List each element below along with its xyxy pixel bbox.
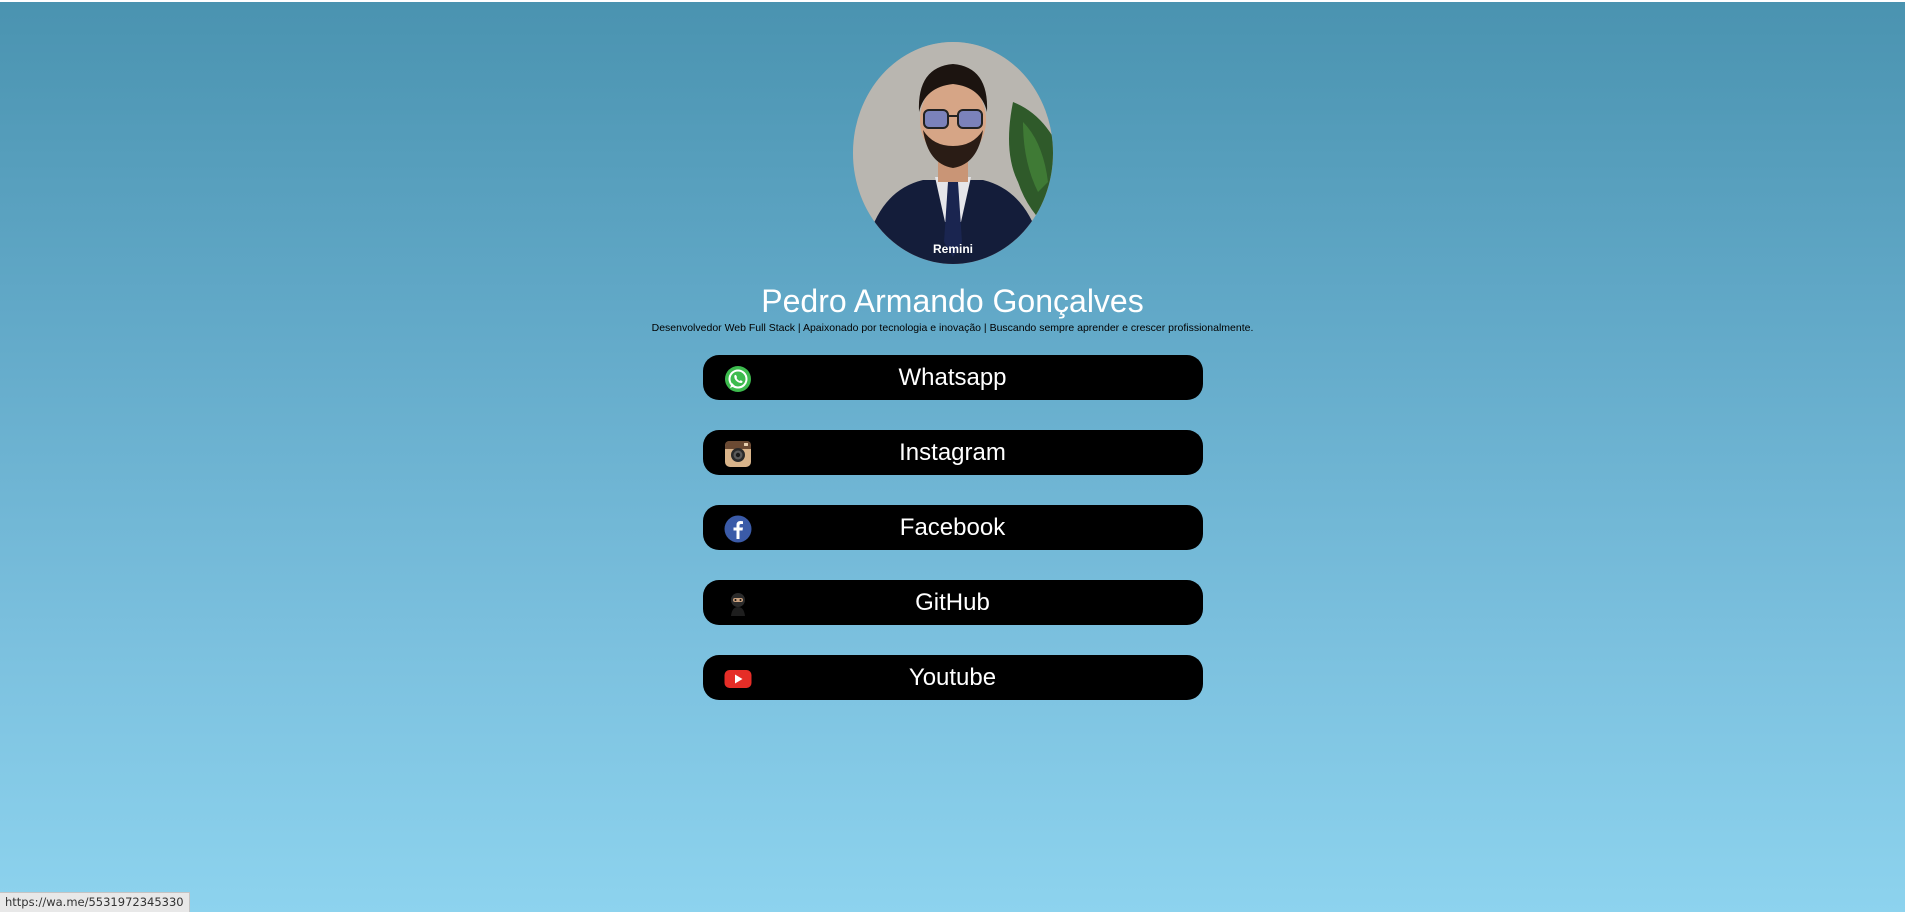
instagram-icon xyxy=(724,441,751,467)
instagram-label: Instagram xyxy=(899,439,1006,466)
profile-photo: Remini xyxy=(852,42,1053,264)
github-label: GitHub xyxy=(915,589,990,616)
instagram-button[interactable]: Instagram xyxy=(702,430,1203,475)
whatsapp-icon xyxy=(724,366,751,392)
github-icon xyxy=(730,593,745,616)
profile-bio: Desenvolvedor Web Full Stack | Apaixonad… xyxy=(651,322,1254,334)
github-button[interactable]: GitHub xyxy=(702,580,1203,625)
youtube-icon xyxy=(724,670,751,688)
whatsapp-label: Whatsapp xyxy=(898,364,1007,391)
profile-name: Pedro Armando Gonçalves xyxy=(761,283,1144,319)
link-list: Whatsapp Instagram Facebook GitHub Youtu… xyxy=(702,355,1203,730)
whatsapp-button[interactable]: Whatsapp xyxy=(702,355,1203,400)
facebook-button[interactable]: Facebook xyxy=(702,505,1203,550)
status-bar-url: https://wa.me/5531972345330 xyxy=(0,892,190,912)
profile-section: Remini Pedro Armando Gonçalves Desenvolv… xyxy=(0,2,1905,730)
facebook-label: Facebook xyxy=(899,514,1006,541)
avatar-watermark: Remini xyxy=(932,242,972,256)
youtube-label: Youtube xyxy=(908,664,997,691)
facebook-icon xyxy=(724,515,751,543)
youtube-button[interactable]: Youtube xyxy=(702,655,1203,700)
avatar: Remini xyxy=(852,42,1053,264)
